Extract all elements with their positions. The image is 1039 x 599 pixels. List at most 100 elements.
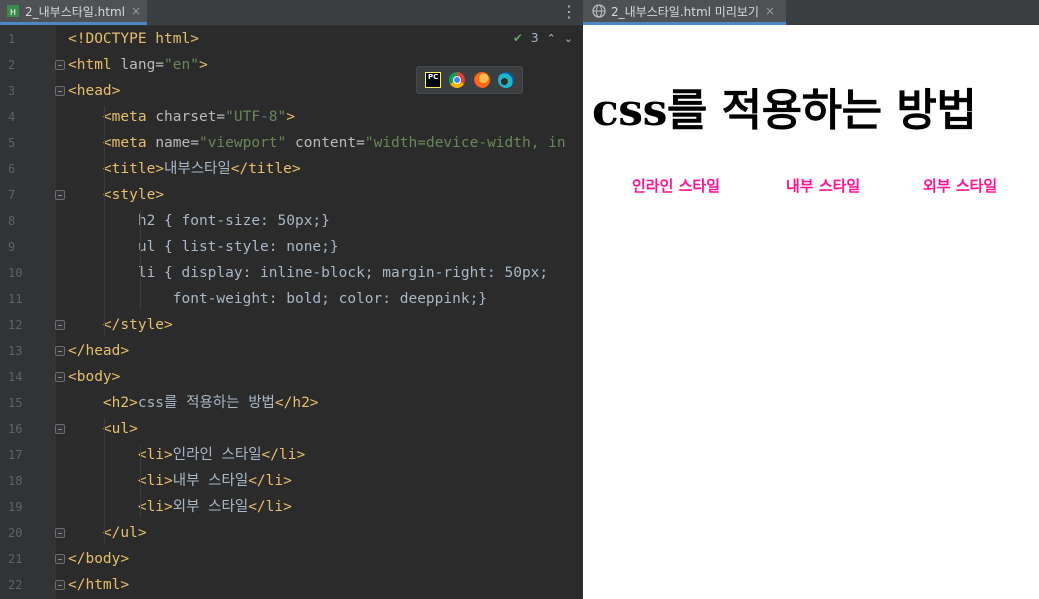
- code-token: >: [286, 109, 295, 125]
- code-token: >: [198, 57, 208, 73]
- chrome-icon[interactable]: [449, 72, 466, 88]
- list-item-external-style: 외부 스타일: [923, 177, 998, 195]
- code-token: charset=: [155, 109, 226, 125]
- code-token: </li>: [261, 447, 306, 463]
- chevron-down-icon[interactable]: ⌄: [564, 32, 573, 45]
- line-number: 7: [8, 188, 16, 202]
- line-number: 9: [8, 240, 16, 254]
- line-number: 4: [8, 110, 16, 124]
- code-line: ul { list-style: none;}: [68, 234, 339, 260]
- firefox-icon[interactable]: [473, 72, 490, 88]
- line-number: 10: [8, 266, 23, 280]
- line-number-gutter: 1 2 3 4 5 6 7 8 9 10 11 12 13 14 15 16 17 18 19 20 21 22: [0, 26, 56, 599]
- list-item-inline-style: 인라인 스타일: [632, 177, 721, 195]
- code-line: <meta name="viewport" content="width=dev…: [68, 130, 566, 156]
- line-number: 1: [8, 32, 16, 46]
- tab-2-internal-style-html[interactable]: H 2_내부스타일.html ×: [0, 0, 147, 25]
- code-line: <head>: [68, 78, 120, 104]
- line-number: 12: [8, 318, 23, 332]
- pycharm-icon[interactable]: PC: [425, 72, 442, 88]
- line-number: 22: [8, 578, 23, 592]
- code-token: ul { list-style: none;}: [68, 239, 339, 255]
- code-line: h2 { font-size: 50px;}: [68, 208, 330, 234]
- line-number: 15: [8, 396, 23, 410]
- code-line: <title>내부스타일</title>: [68, 156, 301, 182]
- code-token: name=: [155, 135, 199, 151]
- code-token: <li>: [137, 447, 173, 463]
- line-number: 6: [8, 162, 16, 176]
- code-line: <!DOCTYPE html>: [68, 26, 199, 52]
- tab-preview[interactable]: 2_내부스타일.html 미리보기 ×: [583, 0, 786, 25]
- edge-icon[interactable]: [497, 72, 514, 88]
- code-token: </li>: [248, 499, 292, 515]
- code-token: <head>: [68, 83, 121, 99]
- code-token: content=: [286, 135, 365, 151]
- html-file-icon: H: [6, 4, 20, 18]
- line-number: 3: [8, 84, 16, 98]
- code-token: </ul>: [102, 525, 147, 541]
- code-token: 외부 스타일: [172, 499, 249, 515]
- svg-text:H: H: [10, 8, 16, 17]
- line-number: 11: [8, 292, 23, 306]
- code-token: <li>: [137, 473, 173, 489]
- code-token: <meta: [102, 109, 156, 125]
- code-line: <style>: [68, 182, 164, 208]
- code-token: <!DOCTYPE html>: [68, 31, 199, 47]
- line-number: 2: [8, 58, 16, 72]
- code-token: </title>: [230, 161, 301, 177]
- line-number: 8: [8, 214, 16, 228]
- code-token: </style>: [102, 317, 173, 333]
- page-heading: css를 적용하는 방법: [592, 85, 977, 136]
- code-line: <html lang="en">: [68, 52, 208, 78]
- browser-preview-pane: 2_내부스타일.html 미리보기 × css를 적용하는 방법 인라인 스타일…: [583, 0, 1039, 599]
- browser-preview-toolbar: PC: [416, 66, 523, 94]
- inspection-widget[interactable]: ✔ 3 ⌃ ⌄: [513, 31, 573, 45]
- code-line: </html>: [68, 572, 129, 598]
- line-number: 19: [8, 500, 23, 514]
- code-line: <ul>: [68, 416, 138, 442]
- line-number: 5: [8, 136, 16, 150]
- code-token: <ul>: [102, 421, 138, 437]
- code-line: </body>: [68, 546, 129, 572]
- code-line: </head>: [68, 338, 129, 364]
- code-line: <li>외부 스타일</li>: [68, 494, 292, 520]
- code-line: font-weight: bold; color: deeppink;}: [68, 286, 487, 312]
- indent-guide: [140, 210, 141, 310]
- chevron-up-icon[interactable]: ⌃: [547, 32, 556, 45]
- inspection-count: 3: [530, 31, 539, 45]
- code-token: <body>: [68, 369, 121, 385]
- code-token: <li>: [137, 499, 173, 515]
- code-token: font-weight: bold; color: deeppink;}: [68, 291, 488, 307]
- code-line: <body>: [68, 364, 120, 390]
- code-line: <h2>css를 적용하는 방법</h2>: [68, 390, 319, 416]
- code-token: </html>: [68, 577, 130, 593]
- code-token: 인라인 스타일: [172, 447, 262, 463]
- close-icon[interactable]: ×: [131, 4, 141, 18]
- code-area[interactable]: <!DOCTYPE html> <html lang="en"> <head> <m…: [56, 26, 583, 599]
- more-options-icon[interactable]: ⋮: [561, 2, 577, 21]
- globe-icon: [592, 4, 606, 18]
- code-line: </style>: [68, 312, 173, 338]
- line-number: 21: [8, 552, 23, 566]
- tab-label: 2_내부스타일.html: [25, 4, 125, 19]
- close-icon[interactable]: ×: [765, 4, 775, 18]
- line-number: 18: [8, 474, 23, 488]
- code-token: <title>: [102, 161, 165, 177]
- line-number: 13: [8, 344, 23, 358]
- code-token: </h2>: [274, 395, 319, 411]
- code-token: </body>: [68, 551, 130, 567]
- line-number: 17: [8, 448, 23, 462]
- code-token: "en": [164, 57, 199, 73]
- preview-tab-bar: 2_내부스타일.html 미리보기 ×: [583, 0, 1039, 25]
- code-token: <html: [68, 57, 121, 73]
- indent-guide: [140, 444, 141, 518]
